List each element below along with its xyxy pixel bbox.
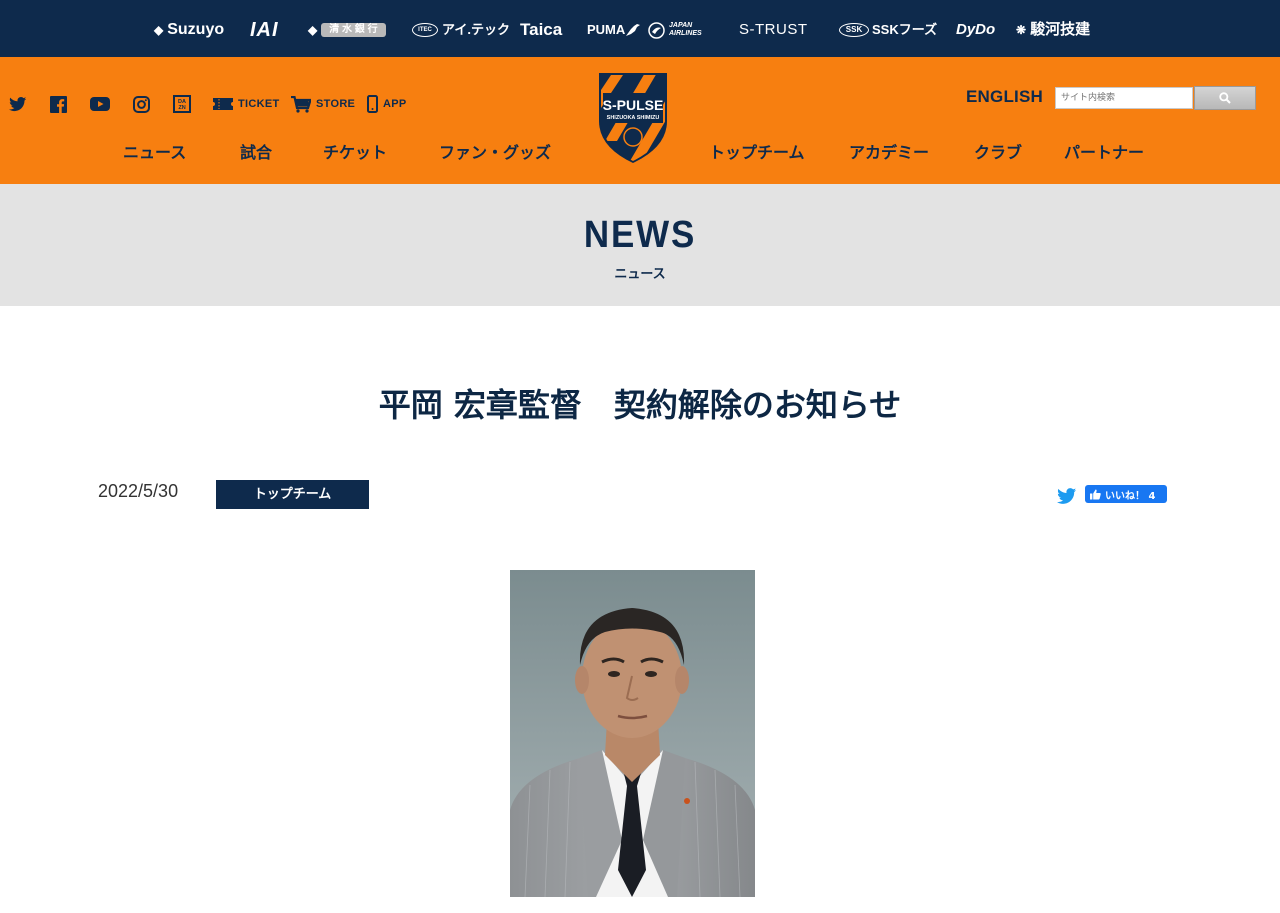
category-badge[interactable]: トップチーム — [216, 480, 369, 509]
nav-club[interactable]: クラブ — [974, 139, 1022, 163]
jal-crane-icon — [648, 21, 665, 39]
svg-text:S-PULSE: S-PULSE — [603, 97, 664, 113]
store-link[interactable]: STORE — [291, 93, 355, 115]
sponsor-dydo[interactable]: DyDo — [956, 19, 995, 41]
sponsor-taica[interactable]: Taica — [520, 19, 562, 41]
puma-cat-icon — [626, 24, 641, 36]
sponsor-suzuyo[interactable]: ◆ Suzuyo — [154, 19, 224, 41]
sponsor-puma[interactable]: PUMA — [587, 19, 641, 41]
sponsor-bar: ◆ Suzuyo IAI ◆ 清 水 銀 行 ITEC アイ.テック Taica P… — [0, 0, 1280, 57]
sponsor-surugagiken[interactable]: ❋ 駿河技建 — [1016, 19, 1090, 41]
facebook-link[interactable] — [50, 93, 67, 115]
article-title: 平岡 宏章監督 契約解除のお知らせ — [378, 386, 902, 424]
site-search-input[interactable] — [1055, 87, 1193, 109]
english-link[interactable]: ENGLISH — [966, 87, 1043, 107]
post-date: 2022/5/30 — [98, 481, 179, 501]
sponsor-iai[interactable]: IAI — [250, 19, 279, 41]
itec-icon: ITEC — [412, 23, 438, 37]
shimizu-bank-icon: ◆ — [308, 23, 318, 37]
search-icon — [1219, 92, 1231, 104]
sponsor-jal[interactable]: JAPAN AIRLINES — [648, 19, 721, 41]
ticket-icon — [213, 98, 233, 110]
surugagiken-icon: ❋ — [1016, 23, 1027, 37]
twitter-link[interactable] — [9, 93, 27, 115]
nav-academy[interactable]: アカデミー — [849, 139, 929, 163]
sponsor-itec[interactable]: ITEC アイ.テック — [412, 19, 510, 41]
cart-icon — [291, 95, 311, 113]
dazn-icon: DAZN — [173, 95, 191, 113]
nav-news[interactable]: ニュース — [123, 139, 186, 163]
nav-fan-goods[interactable]: ファン・グッズ — [439, 139, 551, 163]
portrait-image — [510, 570, 755, 897]
nav-match[interactable]: 試合 — [240, 139, 272, 163]
svg-text:ZN: ZN — [178, 105, 185, 111]
site-header: DA ZN TICKET STORE APP ニュース 試合 チケット ファン・グ… — [0, 57, 1280, 184]
search-button[interactable] — [1194, 86, 1256, 110]
nav-top-team[interactable]: トップチーム — [709, 139, 805, 163]
ssk-icon: SSK — [839, 23, 869, 37]
s-pulse-crest-icon: S-PULSE SHIZUOKA SHIMIZU — [599, 73, 667, 163]
coach-portrait-photo — [510, 570, 755, 897]
facebook-like-button[interactable]: いいね！ 4 — [1085, 485, 1167, 503]
thumbs-up-icon — [1090, 489, 1101, 499]
twitter-icon — [1057, 488, 1077, 504]
twitter-icon — [9, 96, 27, 111]
sponsor-s-trust[interactable]: S-TRUST — [739, 19, 808, 41]
instagram-link[interactable] — [133, 93, 150, 115]
instagram-icon — [133, 95, 150, 113]
app-link[interactable]: APP — [367, 93, 407, 115]
nav-ticket[interactable]: チケット — [323, 139, 387, 163]
club-logo[interactable]: S-PULSE SHIZUOKA SHIMIZU — [597, 71, 669, 163]
suzuyo-diamond-icon: ◆ — [154, 23, 164, 37]
facebook-icon — [50, 95, 67, 113]
sponsor-shimizu-bank[interactable]: ◆ 清 水 銀 行 — [308, 19, 386, 41]
youtube-icon — [90, 97, 110, 111]
dazn-link[interactable]: DA ZN — [173, 93, 191, 115]
smartphone-icon — [367, 95, 378, 113]
section-subtitle: ニュース — [614, 267, 666, 282]
svg-text:SHIZUOKA SHIMIZU: SHIZUOKA SHIMIZU — [607, 115, 660, 121]
sponsor-ssk[interactable]: SSK SSKフーズ — [839, 19, 937, 41]
ticket-link[interactable]: TICKET — [213, 93, 280, 115]
nav-partner[interactable]: パートナー — [1064, 139, 1144, 163]
section-title: NEWS — [583, 214, 697, 256]
section-header: NEWS ニュース — [0, 184, 1280, 306]
youtube-link[interactable] — [90, 93, 110, 115]
twitter-share-button[interactable] — [1057, 488, 1077, 506]
